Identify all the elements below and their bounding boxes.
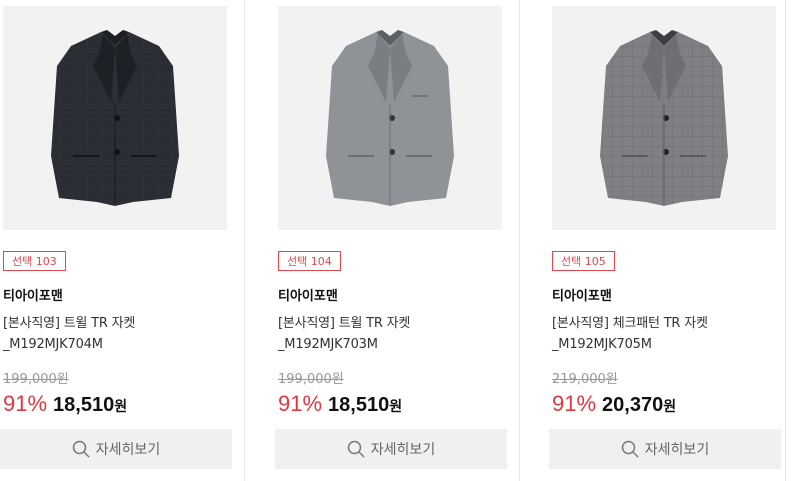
select-badge: 선택 103: [3, 251, 66, 271]
detail-button[interactable]: 자세히보기: [549, 429, 781, 469]
detail-button[interactable]: 자세히보기: [275, 429, 507, 469]
product-image[interactable]: [552, 6, 776, 230]
sale-price: 20,370: [602, 394, 664, 416]
product-name[interactable]: [본사직영] 체크패턴 TR 자켓_M192MJK705M: [552, 313, 777, 355]
select-badge: 선택 105: [552, 251, 615, 271]
price-line: 91% 20,370원: [552, 391, 676, 417]
select-badge: 선택 104: [278, 251, 341, 271]
column-divider: [519, 0, 520, 481]
column-divider: [244, 0, 245, 481]
brand-name[interactable]: 티아이포맨: [552, 285, 612, 304]
search-icon: [72, 440, 90, 458]
product-name[interactable]: [본사직영] 트윌 TR 자켓_M192MJK704M: [3, 313, 228, 355]
brand-name[interactable]: 티아이포맨: [3, 285, 63, 304]
product-image[interactable]: [3, 6, 227, 230]
detail-button-label: 자세히보기: [644, 442, 710, 458]
jacket-image-icon: [600, 30, 728, 206]
jacket-image-icon: [326, 30, 454, 206]
product-card[interactable]: 선택 103 티아이포맨 [본사직영] 트윌 TR 자켓_M192MJK704M…: [0, 0, 238, 481]
detail-button-label: 자세히보기: [370, 442, 436, 458]
original-price: 199,000원: [3, 372, 69, 387]
search-icon: [347, 440, 365, 458]
jacket-image-icon: [51, 30, 179, 206]
currency-unit: 원: [389, 399, 403, 415]
discount-rate: 91%: [3, 391, 48, 416]
price-line: 91% 18,510원: [3, 391, 127, 417]
detail-button[interactable]: 자세히보기: [0, 429, 232, 469]
product-name[interactable]: [본사직영] 트윌 TR 자켓_M192MJK703M: [278, 313, 503, 355]
product-card[interactable]: 선택 105 티아이포맨 [본사직영] 체크패턴 TR 자켓_M192MJK70…: [549, 0, 787, 481]
brand-name[interactable]: 티아이포맨: [278, 285, 338, 304]
original-price: 199,000원: [278, 372, 344, 387]
search-icon: [621, 440, 639, 458]
discount-rate: 91%: [278, 391, 323, 416]
currency-unit: 원: [663, 399, 677, 415]
product-image[interactable]: [278, 6, 502, 230]
sale-price: 18,510: [53, 394, 115, 416]
detail-button-label: 자세히보기: [95, 442, 161, 458]
product-card[interactable]: 선택 104 티아이포맨 [본사직영] 트윌 TR 자켓_M192MJK703M…: [275, 0, 513, 481]
currency-unit: 원: [114, 399, 128, 415]
discount-rate: 91%: [552, 391, 597, 416]
original-price: 219,000원: [552, 372, 618, 387]
price-line: 91% 18,510원: [278, 391, 402, 417]
sale-price: 18,510: [328, 394, 390, 416]
